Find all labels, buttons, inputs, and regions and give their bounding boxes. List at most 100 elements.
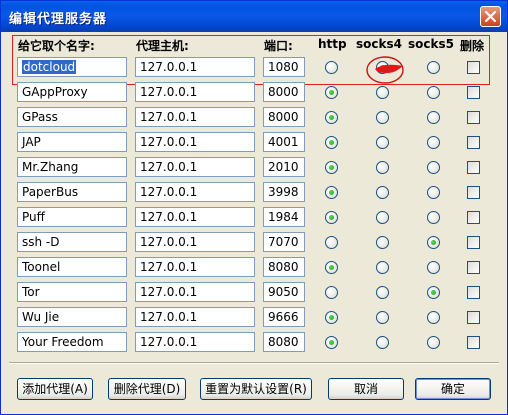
radio-socks4[interactable] [376, 311, 389, 324]
proxy-name-field[interactable]: dotcloud [17, 57, 127, 77]
radio-socks5[interactable] [427, 161, 440, 174]
close-button[interactable] [480, 6, 501, 27]
proxy-name-field[interactable]: Mr.Zhang [17, 157, 127, 177]
remove-proxy-button[interactable]: 删除代理(D) [108, 378, 186, 400]
delete-checkbox[interactable] [467, 61, 480, 74]
proxy-name-field[interactable]: Toonel [17, 257, 127, 277]
proxy-port-field[interactable]: 8000 [263, 107, 305, 127]
proxy-name-field[interactable]: Tor [17, 282, 127, 302]
proxy-port-field[interactable]: 8080 [263, 332, 305, 352]
proxy-name-text: dotcloud [22, 60, 77, 74]
delete-checkbox[interactable] [467, 161, 480, 174]
radio-http[interactable] [325, 111, 338, 124]
radio-socks5[interactable] [427, 136, 440, 149]
radio-socks4[interactable] [376, 286, 389, 299]
proxy-host-field[interactable]: 127.0.0.1 [135, 307, 255, 327]
delete-checkbox[interactable] [467, 111, 480, 124]
add-proxy-button[interactable]: 添加代理(A) [17, 378, 93, 400]
proxy-name-field[interactable]: Puff [17, 207, 127, 227]
proxy-host-field[interactable]: 127.0.0.1 [135, 82, 255, 102]
radio-socks4[interactable] [376, 261, 389, 274]
proxy-host-field[interactable]: 127.0.0.1 [135, 57, 255, 77]
proxy-port-field[interactable]: 1080 [263, 57, 305, 77]
proxy-editor-dialog: 编辑代理服务器 给它取个名字: 代理主机: 端口: http socks4 so… [0, 0, 508, 415]
radio-socks5[interactable] [427, 186, 440, 199]
proxy-port-field[interactable]: 8000 [263, 82, 305, 102]
radio-http[interactable] [325, 311, 338, 324]
proxy-name-field[interactable]: GAppProxy [17, 82, 127, 102]
proxy-name-field[interactable]: Your Freedom [17, 332, 127, 352]
proxy-name-text: JAP [22, 135, 41, 149]
radio-socks5[interactable] [427, 111, 440, 124]
radio-http[interactable] [325, 261, 338, 274]
proxy-port-field[interactable]: 9050 [263, 282, 305, 302]
radio-socks5[interactable] [427, 286, 440, 299]
radio-http[interactable] [325, 336, 338, 349]
proxy-name-field[interactable]: PaperBus [17, 182, 127, 202]
radio-socks5[interactable] [427, 261, 440, 274]
proxy-host-field[interactable]: 127.0.0.1 [135, 232, 255, 252]
separator [9, 362, 499, 364]
proxy-port-field[interactable]: 3998 [263, 182, 305, 202]
proxy-host-field[interactable]: 127.0.0.1 [135, 207, 255, 227]
proxy-port-field[interactable]: 1984 [263, 207, 305, 227]
radio-http[interactable] [325, 136, 338, 149]
radio-socks4[interactable] [376, 336, 389, 349]
proxy-name-field[interactable]: JAP [17, 132, 127, 152]
radio-http[interactable] [325, 211, 338, 224]
proxy-name-text: GPass [22, 110, 58, 124]
radio-socks5[interactable] [427, 86, 440, 99]
delete-checkbox[interactable] [467, 211, 480, 224]
title-bar[interactable]: 编辑代理服务器 [1, 1, 507, 32]
radio-socks4[interactable] [376, 161, 389, 174]
radio-http[interactable] [325, 186, 338, 199]
proxy-port-field[interactable]: 2010 [263, 157, 305, 177]
proxy-host-field[interactable]: 127.0.0.1 [135, 132, 255, 152]
radio-socks4[interactable] [376, 186, 389, 199]
radio-socks5[interactable] [427, 236, 440, 249]
delete-checkbox[interactable] [467, 286, 480, 299]
delete-checkbox[interactable] [467, 236, 480, 249]
delete-checkbox[interactable] [467, 136, 480, 149]
radio-http[interactable] [325, 86, 338, 99]
delete-checkbox[interactable] [467, 336, 480, 349]
proxy-port-field[interactable]: 7070 [263, 232, 305, 252]
proxy-host-field[interactable]: 127.0.0.1 [135, 182, 255, 202]
window-title: 编辑代理服务器 [9, 12, 108, 27]
ok-button[interactable]: 确定 [415, 378, 491, 400]
radio-socks4[interactable] [376, 136, 389, 149]
radio-http[interactable] [325, 286, 338, 299]
proxy-host-field[interactable]: 127.0.0.1 [135, 257, 255, 277]
radio-socks5[interactable] [427, 61, 440, 74]
delete-checkbox[interactable] [467, 311, 480, 324]
proxy-host-field[interactable]: 127.0.0.1 [135, 157, 255, 177]
proxy-port-field[interactable]: 9666 [263, 307, 305, 327]
radio-socks5[interactable] [427, 336, 440, 349]
proxy-name-field[interactable]: GPass [17, 107, 127, 127]
reset-defaults-button[interactable]: 重置为默认设置(R) [200, 378, 312, 400]
delete-checkbox[interactable] [467, 186, 480, 199]
proxy-port-field[interactable]: 4001 [263, 132, 305, 152]
proxy-host-field[interactable]: 127.0.0.1 [135, 282, 255, 302]
cancel-button[interactable]: 取消 [328, 378, 404, 400]
proxy-host-field[interactable]: 127.0.0.1 [135, 107, 255, 127]
radio-socks4[interactable] [376, 236, 389, 249]
proxy-name-field[interactable]: ssh -D [17, 232, 127, 252]
delete-checkbox[interactable] [467, 86, 480, 99]
proxy-name-text: GAppProxy [22, 85, 88, 99]
proxy-name-text: ssh -D [22, 235, 60, 249]
radio-socks4[interactable] [376, 111, 389, 124]
proxy-name-text: Toonel [22, 260, 61, 274]
radio-socks4[interactable] [376, 86, 389, 99]
radio-socks4[interactable] [376, 211, 389, 224]
radio-http[interactable] [325, 161, 338, 174]
proxy-port-field[interactable]: 8080 [263, 257, 305, 277]
radio-socks5[interactable] [427, 311, 440, 324]
proxy-name-field[interactable]: Wu Jie [17, 307, 127, 327]
delete-checkbox[interactable] [467, 261, 480, 274]
radio-http[interactable] [325, 61, 338, 74]
proxy-name-text: PaperBus [22, 185, 79, 199]
radio-http[interactable] [325, 236, 338, 249]
proxy-host-field[interactable]: 127.0.0.1 [135, 332, 255, 352]
radio-socks5[interactable] [427, 211, 440, 224]
